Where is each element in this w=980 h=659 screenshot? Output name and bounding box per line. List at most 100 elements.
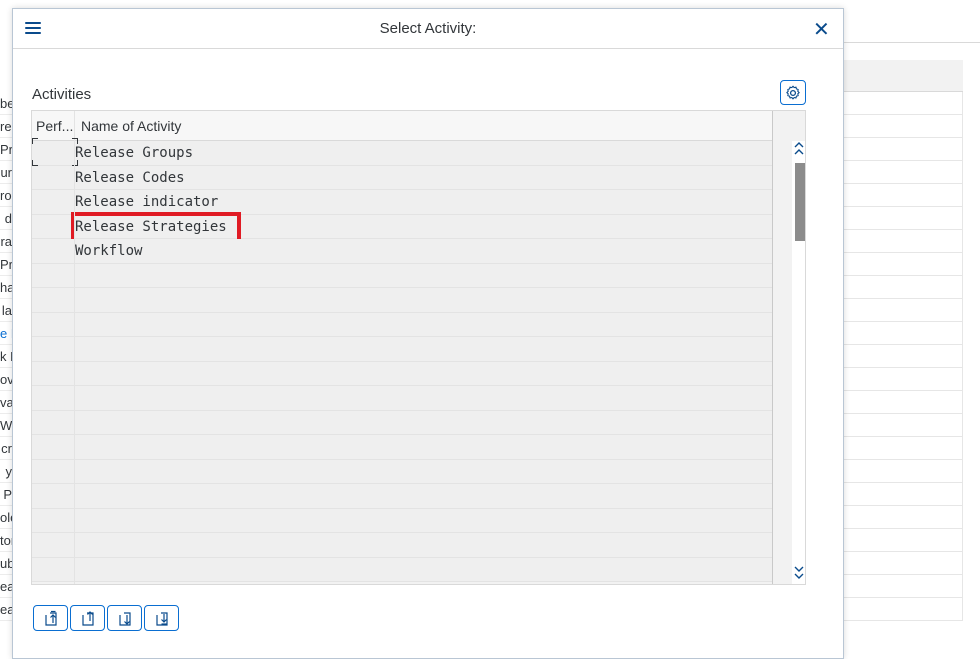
performed-cell[interactable] xyxy=(32,141,74,165)
performed-cell[interactable] xyxy=(32,215,74,239)
scroll-down-chevron-icon[interactable] xyxy=(792,564,805,584)
first-page-button[interactable] xyxy=(33,605,68,631)
table-row[interactable]: Release indicator xyxy=(32,190,772,215)
background-row-fragment: k R xyxy=(0,345,12,368)
table-row[interactable]: Release Groups xyxy=(32,138,772,166)
performed-cell[interactable] xyxy=(32,337,74,361)
background-row-fragment: ea xyxy=(0,598,12,621)
background-divider xyxy=(843,42,980,43)
background-row xyxy=(843,414,963,437)
background-row xyxy=(843,115,963,138)
performed-cell[interactable] xyxy=(32,190,74,214)
table-row[interactable] xyxy=(32,459,772,484)
table-row[interactable]: Workflow xyxy=(32,239,772,264)
column-header-name-of-activity[interactable]: Name of Activity xyxy=(75,111,772,141)
activities-table: Perf... Name of Activity Release Groups R… xyxy=(31,110,806,585)
background-row xyxy=(843,138,963,161)
performed-cell[interactable] xyxy=(32,558,74,582)
background-row xyxy=(843,598,963,621)
table-row[interactable] xyxy=(32,337,772,362)
close-icon[interactable]: ✕ xyxy=(813,19,830,39)
performed-cell[interactable] xyxy=(32,362,74,386)
table-row[interactable]: Release Codes xyxy=(32,165,772,190)
performed-cell[interactable] xyxy=(32,435,74,459)
table-rows: Release Groups Release Codes Release indic… xyxy=(32,138,772,582)
table-row[interactable] xyxy=(32,288,772,313)
table-row[interactable]: Release Strategies xyxy=(32,211,772,244)
performed-cell[interactable] xyxy=(32,460,74,484)
table-row[interactable] xyxy=(32,386,772,411)
page-down-icon xyxy=(118,612,131,626)
background-row-fragment: P xyxy=(0,483,12,506)
background-row xyxy=(843,483,963,506)
background-row xyxy=(843,391,963,414)
background-row-fragment: ole xyxy=(0,506,12,529)
background-row-fragment: cr xyxy=(0,437,12,460)
background-row xyxy=(843,575,963,598)
background-row-fragment: W xyxy=(0,414,12,437)
performed-cell[interactable] xyxy=(32,264,74,288)
background-row xyxy=(843,276,963,299)
performed-cell[interactable] xyxy=(32,484,74,508)
performed-cell[interactable] xyxy=(32,533,74,557)
performed-cell[interactable] xyxy=(32,386,74,410)
background-row xyxy=(843,299,963,322)
background-row-fragment: ha xyxy=(0,276,12,299)
table-row[interactable] xyxy=(32,533,772,558)
performed-cell[interactable] xyxy=(32,288,74,312)
table-row[interactable] xyxy=(32,484,772,509)
background-row xyxy=(843,529,963,552)
activity-name-cell[interactable]: Release Groups xyxy=(75,141,193,165)
table-row[interactable] xyxy=(32,435,772,460)
background-row-fragment: Pr xyxy=(0,253,12,276)
background-row xyxy=(843,230,963,253)
hamburger-menu-icon[interactable] xyxy=(25,22,41,36)
activity-name-cell[interactable]: Release Strategies xyxy=(75,215,227,239)
column-divider xyxy=(74,141,75,584)
activity-name-cell[interactable]: Release Codes xyxy=(75,166,185,190)
performed-cell[interactable] xyxy=(32,509,74,533)
table-row[interactable] xyxy=(32,410,772,435)
column-header-performed[interactable]: Perf... xyxy=(32,111,75,141)
scroll-up-chevron-icon[interactable] xyxy=(792,141,805,163)
background-row-fragment: ra xyxy=(0,230,12,253)
select-activity-dialog: Select Activity: ✕ Activities Perf... Na… xyxy=(12,8,844,659)
background-row-fragment: va xyxy=(0,391,12,414)
background-row xyxy=(843,322,963,345)
background-row xyxy=(843,552,963,575)
previous-page-button[interactable] xyxy=(70,605,105,631)
table-row[interactable] xyxy=(32,263,772,288)
background-row-fragment: ea xyxy=(0,575,12,598)
background-row xyxy=(843,460,963,483)
background-row-fragment: d xyxy=(0,207,12,230)
last-page-button[interactable] xyxy=(144,605,179,631)
performed-cell[interactable] xyxy=(32,313,74,337)
performed-cell[interactable] xyxy=(32,411,74,435)
table-settings-button[interactable] xyxy=(780,80,806,105)
table-row[interactable] xyxy=(32,312,772,337)
background-row-fragment: e F xyxy=(0,322,12,345)
background-row xyxy=(843,92,963,115)
background-row-fragment: roo xyxy=(0,184,12,207)
table-row[interactable] xyxy=(32,508,772,533)
activity-name-cell[interactable]: Release indicator xyxy=(75,190,218,214)
scroll-to-bottom-icon xyxy=(155,612,168,626)
table-row[interactable] xyxy=(32,557,772,582)
performed-cell[interactable] xyxy=(32,239,74,263)
background-row-fragment: y xyxy=(0,460,12,483)
background-right-rows xyxy=(843,92,963,621)
background-row xyxy=(843,207,963,230)
vertical-scrollbar[interactable] xyxy=(792,141,805,584)
background-row-fragment: rec xyxy=(0,115,12,138)
background-left-rows: berecProurroodraPrhalae Fk RovavaWcryPol… xyxy=(0,92,12,621)
scrollbar-thumb[interactable] xyxy=(795,163,805,241)
background-row-fragment: be xyxy=(0,92,12,115)
background-row xyxy=(843,368,963,391)
background-row xyxy=(843,506,963,529)
performed-cell[interactable] xyxy=(32,166,74,190)
scroll-to-top-icon xyxy=(44,610,57,626)
table-row[interactable] xyxy=(32,361,772,386)
next-page-button[interactable] xyxy=(107,605,142,631)
activity-name-cell[interactable]: Workflow xyxy=(75,239,142,263)
background-row xyxy=(843,437,963,460)
